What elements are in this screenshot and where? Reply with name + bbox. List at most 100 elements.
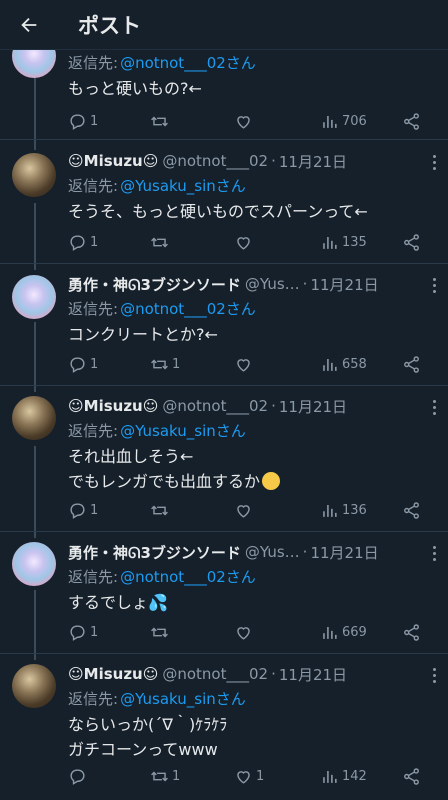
user-handle[interactable]: @notnot___02	[162, 152, 268, 170]
avatar[interactable]	[12, 275, 56, 319]
display-name[interactable]: ☺Misuzu☺	[68, 152, 158, 170]
heart-icon	[237, 358, 250, 372]
share-button[interactable]	[402, 498, 421, 522]
share-button[interactable]	[402, 764, 421, 788]
more-options-icon[interactable]	[426, 151, 442, 173]
views-button[interactable]: 658	[320, 352, 367, 376]
mention-link[interactable]: @notnot___02さん	[120, 52, 256, 73]
tweet[interactable]: 勇作・神ᘏ3ブジンソード @Yus… · 11月21日 返信先: @notnot…	[0, 532, 448, 654]
reply-button[interactable]: 1	[68, 230, 98, 254]
retweet-button[interactable]	[150, 109, 172, 133]
display-name[interactable]: 勇作・神ᘏ3ブジンソード	[68, 542, 241, 563]
share-button[interactable]	[402, 620, 421, 644]
tweet-date[interactable]: 11月21日	[310, 542, 378, 563]
tweet-date[interactable]: 11月21日	[279, 664, 347, 685]
tweet-date[interactable]: 11月21日	[279, 151, 347, 172]
back-arrow-icon	[21, 17, 37, 32]
reply-icon	[70, 624, 85, 641]
reply-icon	[70, 113, 85, 130]
views-button[interactable]: 706	[320, 109, 367, 133]
share-icon	[404, 767, 419, 785]
views-button[interactable]: 135	[320, 230, 367, 254]
user-handle[interactable]: @notnot___02	[162, 665, 268, 683]
retweet-button[interactable]	[150, 620, 172, 644]
reply-context: 返信先: @Yusaku_sinさん	[68, 420, 246, 441]
display-name[interactable]: ☺Misuzu☺	[68, 397, 158, 415]
like-button[interactable]	[234, 620, 256, 644]
action-bar: 1 135	[68, 230, 428, 254]
like-button[interactable]	[234, 352, 256, 376]
views-button[interactable]: 142	[320, 764, 367, 788]
date-separator: ·	[271, 152, 276, 170]
tweet-date[interactable]: 11月21日	[310, 274, 378, 295]
retweet-button[interactable]: 1	[150, 352, 180, 376]
reply-button[interactable]: 1	[68, 620, 98, 644]
views-icon	[323, 626, 337, 639]
views-icon	[323, 358, 337, 371]
action-bar: 1 1 658	[68, 352, 428, 376]
retweet-icon	[151, 359, 168, 369]
retweet-button[interactable]	[150, 230, 172, 254]
avatar[interactable]	[12, 542, 56, 586]
more-options-icon[interactable]	[426, 542, 442, 564]
date-separator: ·	[271, 397, 276, 415]
user-handle[interactable]: @Yus…	[245, 275, 300, 293]
tweet[interactable]: ☺Misuzu☺ @notnot___02 · 11月21日 返信先: @Yus…	[0, 140, 448, 264]
display-name[interactable]: ☺Misuzu☺	[68, 665, 158, 683]
reply-icon	[70, 502, 85, 519]
views-icon	[323, 115, 337, 128]
mention-link[interactable]: @Yusaku_sinさん	[120, 688, 246, 709]
like-button[interactable]: 1	[234, 764, 264, 788]
views-icon	[323, 236, 337, 249]
share-button[interactable]	[402, 352, 421, 376]
mention-link[interactable]: @Yusaku_sinさん	[120, 175, 246, 196]
tweet[interactable]: 勇作・神ᘏ3ブジンソード @Yus… · 11月21日 返信先: @notnot…	[0, 264, 448, 386]
back-button[interactable]	[0, 0, 58, 50]
tweet-text: そうそ、もっと硬いものでスパーンって←	[68, 202, 368, 221]
share-button[interactable]	[402, 109, 421, 133]
reply-button[interactable]	[68, 764, 90, 788]
tweet[interactable]: ☺Misuzu☺ @notnot___02 · 11月21日 返信先: @Yus…	[0, 386, 448, 532]
reply-button[interactable]: 1	[68, 109, 98, 133]
display-name[interactable]: 勇作・神ᘏ3ブジンソード	[68, 274, 241, 295]
like-button[interactable]	[234, 109, 256, 133]
more-options-icon[interactable]	[426, 396, 442, 418]
action-bar: 1 136	[68, 498, 428, 522]
date-separator: ·	[302, 543, 308, 561]
heart-icon	[237, 626, 250, 640]
heart-icon	[237, 236, 250, 250]
share-icon	[404, 355, 419, 373]
more-options-icon[interactable]	[426, 664, 442, 686]
user-handle[interactable]: @notnot___02	[162, 397, 268, 415]
views-button[interactable]: 136	[320, 498, 367, 522]
avatar[interactable]	[12, 664, 56, 708]
action-bar: 1 706	[68, 109, 428, 133]
mention-link[interactable]: @notnot___02さん	[120, 298, 256, 319]
mention-link[interactable]: @Yusaku_sinさん	[120, 420, 246, 441]
share-button[interactable]	[402, 230, 421, 254]
retweet-icon	[151, 505, 168, 515]
user-handle[interactable]: @Yus…	[245, 543, 300, 561]
tweet[interactable]: ☺Misuzu☺ @notnot___02 · 11月21日 返信先: @Yus…	[0, 654, 448, 800]
date-separator: ·	[302, 275, 308, 293]
reply-button[interactable]: 1	[68, 352, 98, 376]
like-button[interactable]	[234, 498, 256, 522]
tweet-date[interactable]: 11月21日	[279, 396, 347, 417]
avatar[interactable]	[12, 153, 56, 197]
mention-link[interactable]: @notnot___02さん	[120, 566, 256, 587]
reply-icon	[70, 356, 85, 373]
like-button[interactable]	[234, 230, 256, 254]
views-icon	[323, 770, 337, 783]
retweet-icon	[151, 627, 168, 637]
reply-context: 返信先: @notnot___02さん	[68, 298, 256, 319]
avatar[interactable]	[12, 396, 56, 440]
more-options-icon[interactable]	[426, 274, 442, 296]
retweet-button[interactable]: 1	[150, 764, 180, 788]
action-bar: 1 669	[68, 620, 428, 644]
reply-button[interactable]: 1	[68, 498, 98, 522]
views-button[interactable]: 669	[320, 620, 367, 644]
retweet-button[interactable]	[150, 498, 172, 522]
reply-context: 返信先: @Yusaku_sinさん	[68, 688, 246, 709]
tweet-text: それ出血しそう← でもレンガでも出血するか	[68, 444, 438, 494]
share-icon	[404, 623, 419, 641]
